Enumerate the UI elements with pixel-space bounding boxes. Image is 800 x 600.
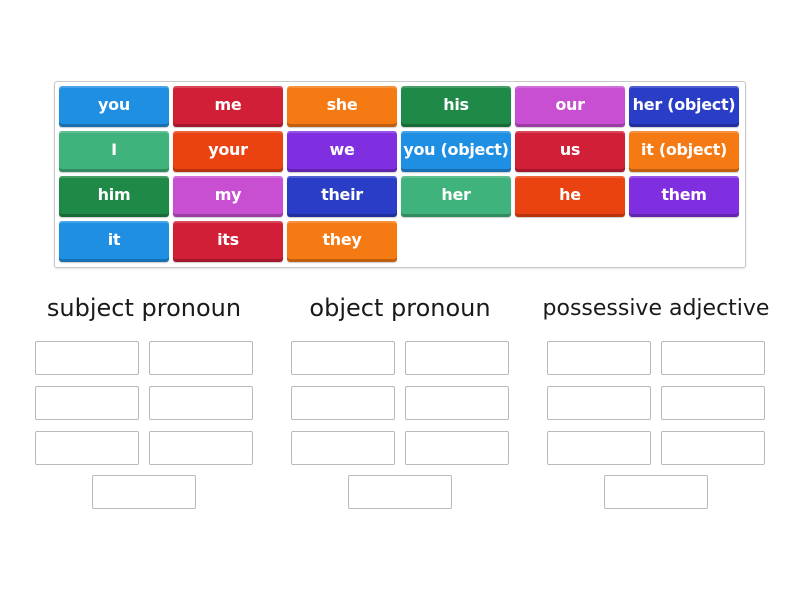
- drop-slot[interactable]: [547, 386, 651, 420]
- word-tile-label: your: [208, 140, 248, 159]
- word-tile-label: his: [443, 95, 469, 114]
- word-tile[interactable]: her: [401, 176, 511, 217]
- word-bank: you me she his our her (object) Iyour we you (ob…: [54, 81, 746, 268]
- drop-slot[interactable]: [661, 386, 765, 420]
- word-tile[interactable]: my: [173, 176, 283, 217]
- word-tile-label: me: [214, 95, 242, 114]
- drop-slot[interactable]: [661, 341, 765, 375]
- word-tile-label: you: [98, 95, 130, 114]
- word-tile[interactable]: her (object): [629, 86, 739, 127]
- group-heading: object pronoun: [309, 294, 491, 322]
- word-tile-label: they: [322, 230, 362, 249]
- drop-slot[interactable]: [35, 431, 139, 465]
- word-tile[interactable]: I: [59, 131, 169, 172]
- word-tile-label: our: [555, 95, 585, 114]
- word-tile-label: him: [97, 185, 131, 204]
- word-tile[interactable]: them: [629, 176, 739, 217]
- drop-slot[interactable]: [291, 386, 395, 420]
- word-tile[interactable]: she: [287, 86, 397, 127]
- drop-slot[interactable]: [661, 431, 765, 465]
- word-tile-label: their: [321, 185, 363, 204]
- drop-slot[interactable]: [405, 431, 509, 465]
- word-tile[interactable]: your: [173, 131, 283, 172]
- group-heading: subject pronoun: [46, 294, 242, 322]
- word-tile[interactable]: we: [287, 131, 397, 172]
- word-tile[interactable]: he: [515, 176, 625, 217]
- drop-slot[interactable]: [35, 386, 139, 420]
- word-tile[interactable]: him: [59, 176, 169, 217]
- word-tile-label: we: [329, 140, 355, 159]
- word-tile[interactable]: our: [515, 86, 625, 127]
- word-tile-label: its: [217, 230, 239, 249]
- word-tile[interactable]: his: [401, 86, 511, 127]
- drop-slot[interactable]: [547, 341, 651, 375]
- word-tile[interactable]: it (object): [629, 131, 739, 172]
- word-tile[interactable]: it: [59, 221, 169, 262]
- word-tile-label: them: [661, 185, 707, 204]
- drop-slot[interactable]: [149, 386, 253, 420]
- drop-slot[interactable]: [35, 341, 139, 375]
- word-tile[interactable]: us: [515, 131, 625, 172]
- word-tile-label: I: [111, 140, 117, 159]
- word-tile[interactable]: they: [287, 221, 397, 262]
- drop-slot[interactable]: [604, 475, 708, 509]
- word-tile[interactable]: its: [173, 221, 283, 262]
- word-tile-label: it: [107, 230, 121, 249]
- group-heading: possessive adjective: [542, 296, 770, 321]
- drop-slot[interactable]: [547, 431, 651, 465]
- word-tile[interactable]: their: [287, 176, 397, 217]
- drop-slot[interactable]: [405, 386, 509, 420]
- word-tile-label: my: [214, 185, 242, 204]
- drop-slot[interactable]: [348, 475, 452, 509]
- word-tile-label: her (object): [632, 95, 736, 114]
- word-tile[interactable]: you: [59, 86, 169, 127]
- word-tile-label: she: [326, 95, 358, 114]
- word-tile-label: it (object): [641, 140, 727, 159]
- word-tile-label: us: [559, 140, 581, 159]
- drop-slot[interactable]: [92, 475, 196, 509]
- drop-slot[interactable]: [291, 431, 395, 465]
- drop-slot[interactable]: [291, 341, 395, 375]
- word-tile[interactable]: you (object): [401, 131, 511, 172]
- word-tile[interactable]: me: [173, 86, 283, 127]
- drop-slot[interactable]: [149, 341, 253, 375]
- word-tile-label: her: [441, 185, 471, 204]
- drop-slot[interactable]: [149, 431, 253, 465]
- word-tile-label: you (object): [403, 140, 509, 159]
- drop-slot[interactable]: [405, 341, 509, 375]
- word-tile-label: he: [559, 185, 581, 204]
